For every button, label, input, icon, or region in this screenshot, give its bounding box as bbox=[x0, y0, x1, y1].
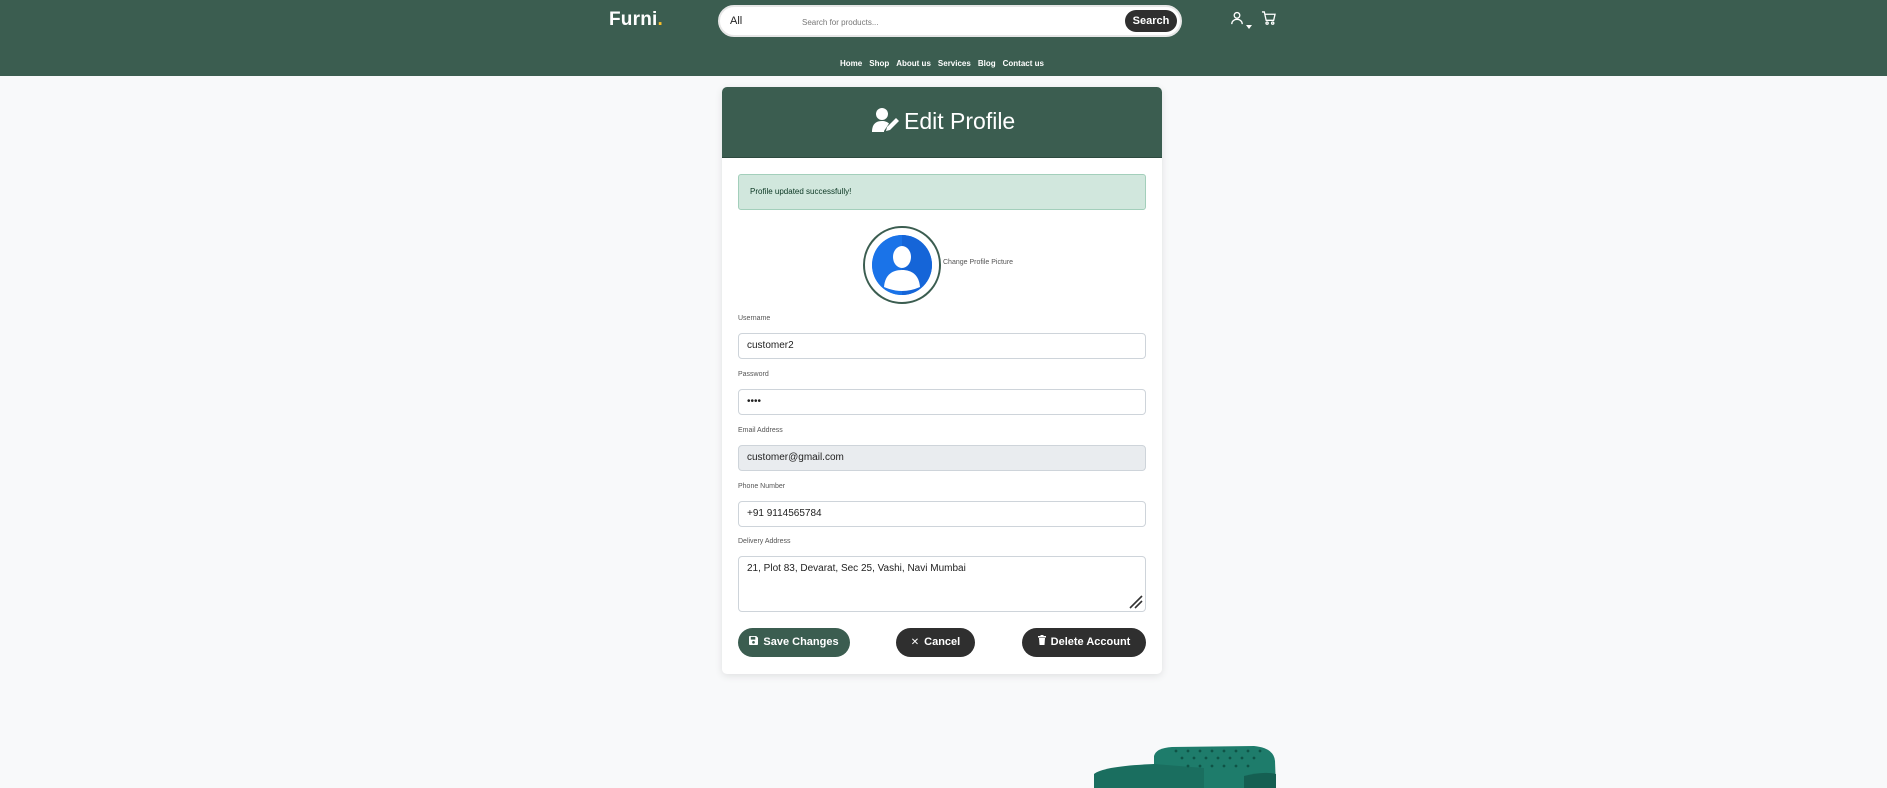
phone-field[interactable]: +91 9114565784 bbox=[738, 501, 1146, 527]
avatar bbox=[872, 235, 932, 295]
username-label: Username bbox=[738, 315, 771, 322]
address-textarea[interactable]: 21, Plot 83, Devarat, Sec 25, Vashi, Nav… bbox=[738, 556, 1146, 612]
card-header: Edit Profile bbox=[722, 87, 1162, 158]
top-navbar: Furni. All Search Home Shop About us Servic… bbox=[0, 0, 1887, 76]
trash-icon bbox=[1037, 628, 1046, 657]
cart-icon[interactable] bbox=[1261, 11, 1279, 29]
save-changes-button[interactable]: Save Changes bbox=[738, 628, 850, 657]
delete-account-button[interactable]: Delete Account bbox=[1022, 628, 1146, 657]
nav-home[interactable]: Home bbox=[840, 59, 862, 68]
brand-name: Furni bbox=[609, 9, 658, 30]
nav-blog[interactable]: Blog bbox=[978, 59, 996, 68]
sofa-image bbox=[1094, 746, 1276, 788]
floppy-disk-icon bbox=[749, 628, 759, 657]
change-profile-picture-link[interactable]: Change Profile Picture bbox=[943, 259, 1013, 266]
edit-profile-card: Edit Profile Profile updated successfull… bbox=[722, 87, 1162, 674]
nav-services[interactable]: Services bbox=[938, 59, 971, 68]
password-field[interactable]: •••• bbox=[738, 389, 1146, 415]
nav-about[interactable]: About us bbox=[896, 59, 931, 68]
email-label: Email Address bbox=[738, 427, 783, 434]
search-button[interactable]: Search bbox=[1125, 10, 1177, 32]
brand-dot: . bbox=[657, 9, 663, 30]
cancel-label: Cancel bbox=[924, 636, 961, 648]
success-alert: Profile updated successfully! bbox=[738, 174, 1146, 210]
search-input[interactable] bbox=[802, 14, 1122, 30]
password-label: Password bbox=[738, 371, 769, 378]
brand-logo[interactable]: Furni. bbox=[609, 9, 663, 31]
nav-contact[interactable]: Contact us bbox=[1003, 59, 1044, 68]
user-edit-icon bbox=[872, 107, 900, 133]
page-title: Edit Profile bbox=[904, 108, 1016, 134]
address-text: 21, Plot 83, Devarat, Sec 25, Vashi, Nav… bbox=[747, 563, 966, 574]
email-field: customer@gmail.com bbox=[738, 445, 1146, 471]
profile-picture[interactable] bbox=[863, 226, 941, 304]
resize-handle-icon[interactable] bbox=[1129, 595, 1143, 609]
username-field[interactable]: customer2 bbox=[738, 333, 1146, 359]
phone-label: Phone Number bbox=[738, 483, 786, 490]
save-changes-label: Save Changes bbox=[763, 636, 839, 648]
search-category-select[interactable]: All bbox=[730, 15, 742, 27]
delete-account-label: Delete Account bbox=[1050, 636, 1131, 648]
main-nav: Home Shop About us Services Blog Contact us bbox=[840, 53, 1051, 71]
search-bar: All Search bbox=[718, 5, 1182, 37]
cancel-button[interactable]: ✕ Cancel bbox=[896, 628, 975, 657]
nav-shop[interactable]: Shop bbox=[869, 59, 889, 68]
close-icon: ✕ bbox=[910, 637, 920, 648]
address-label: Delivery Address bbox=[738, 538, 791, 545]
